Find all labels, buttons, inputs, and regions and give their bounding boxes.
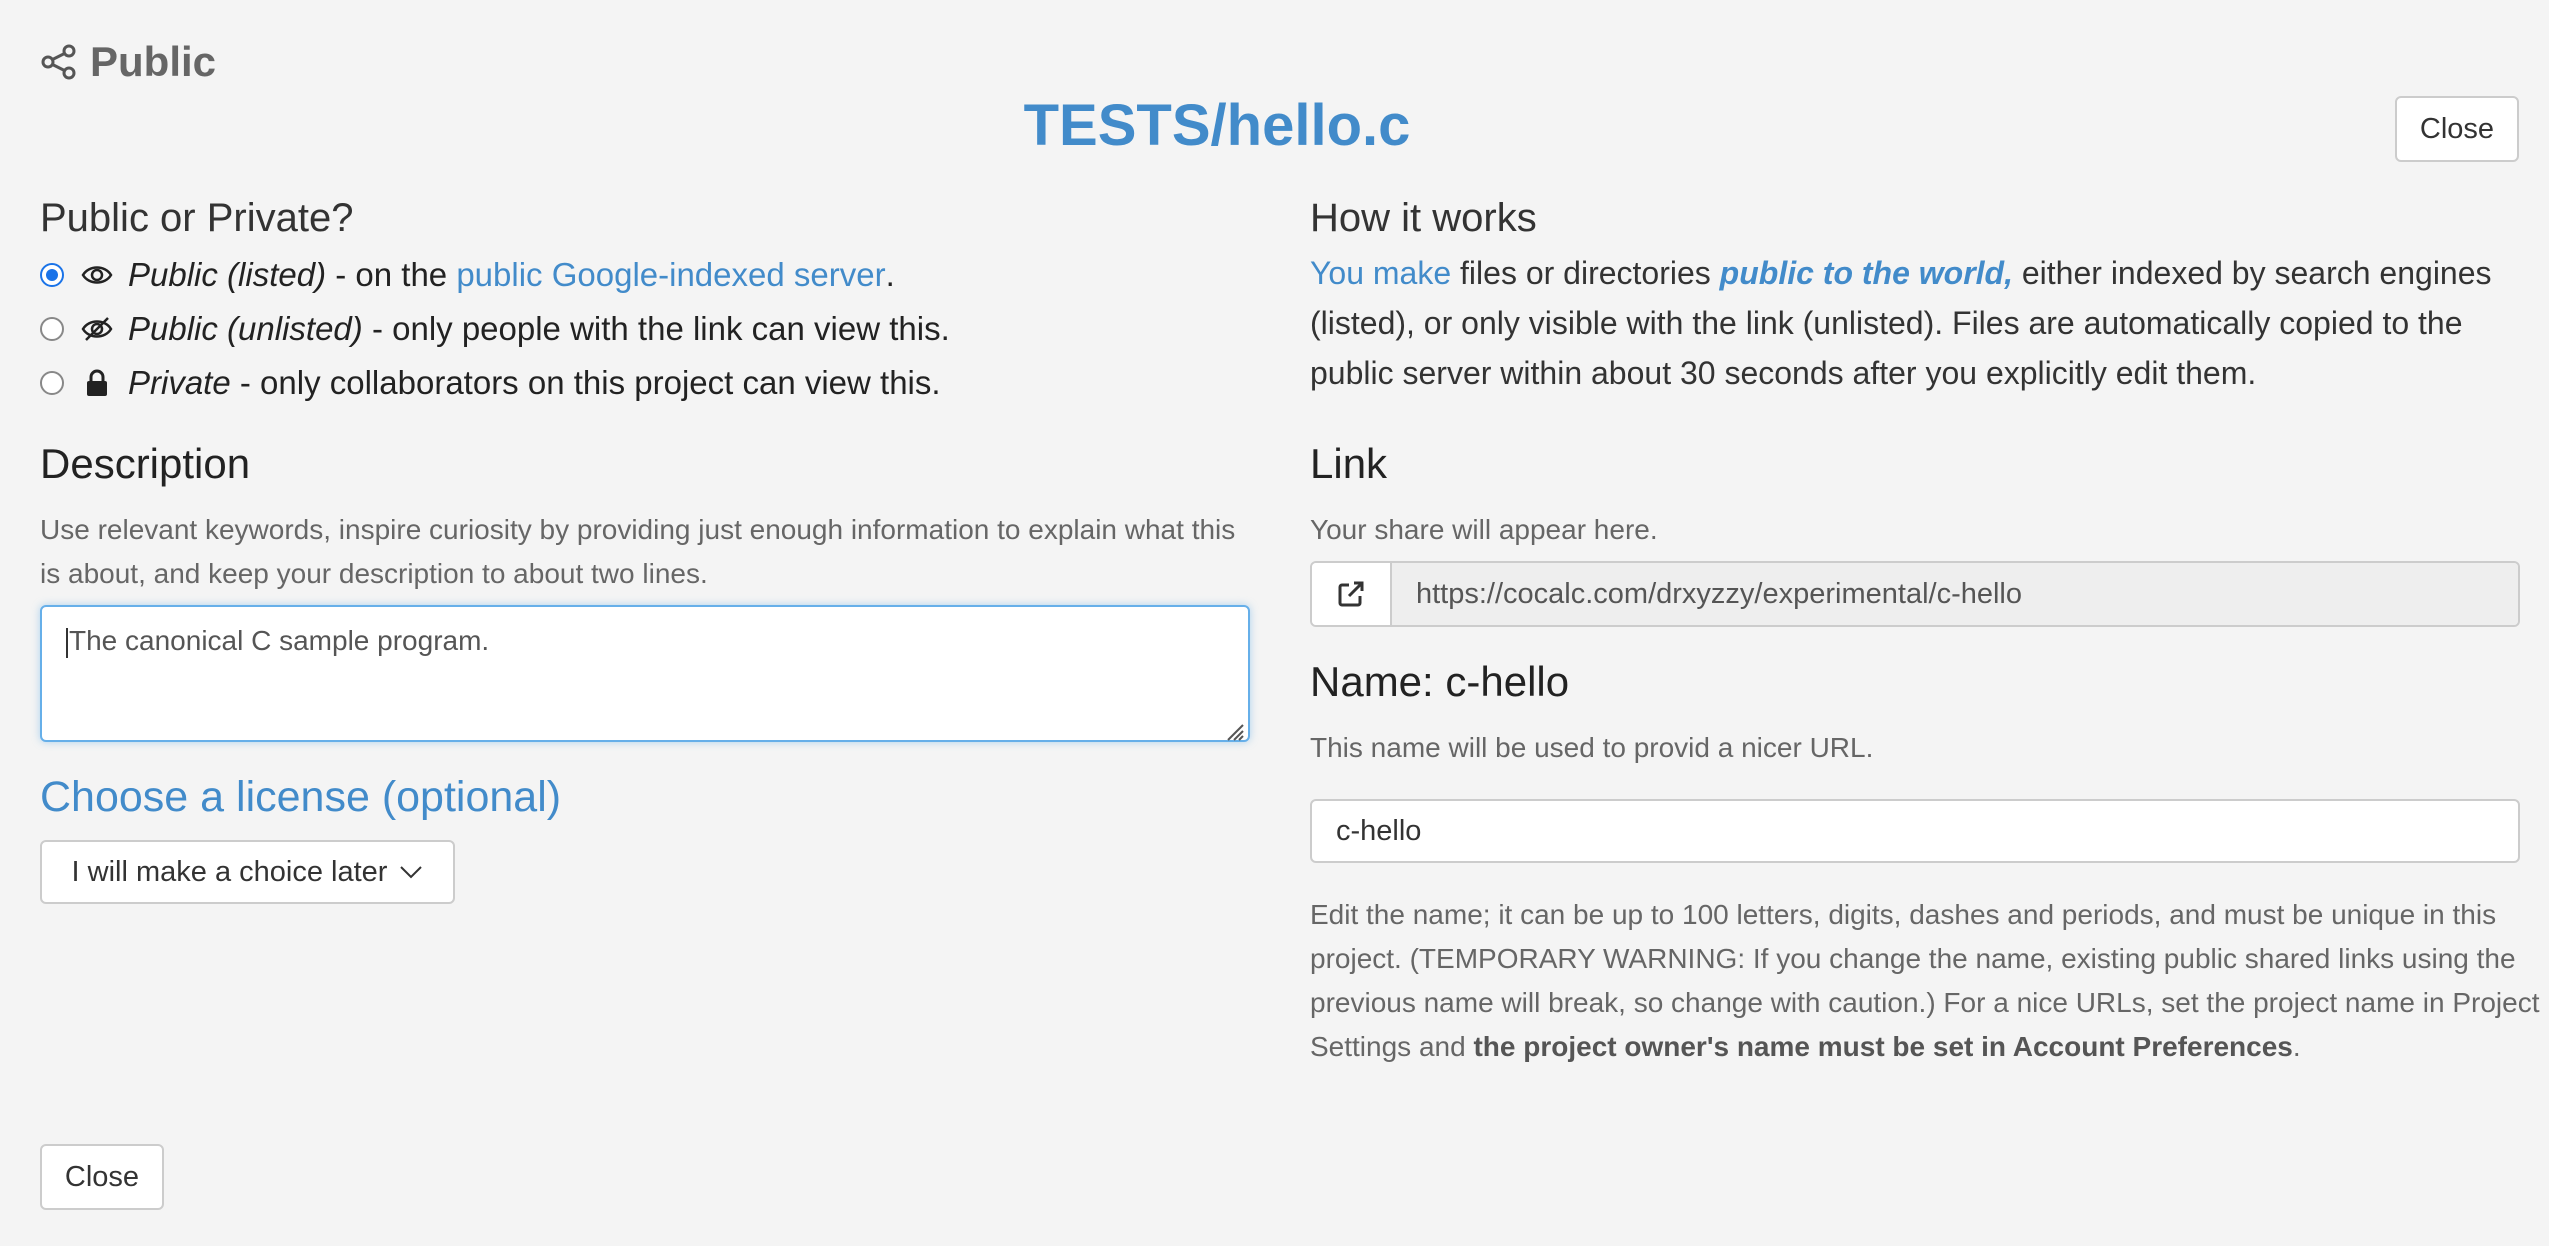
name-heading: Name: c-hello — [1310, 658, 1570, 705]
description-help: Use relevant keywords, inspire curiosity… — [40, 514, 1236, 589]
lock-icon — [80, 369, 114, 397]
public-server-link[interactable]: public Google-indexed server — [456, 256, 885, 294]
option-label-public-unlisted: Public (unlisted) — [128, 310, 363, 347]
share-icon — [40, 43, 78, 81]
name-note-bold: the project owner's name must be set in … — [1473, 1031, 2293, 1062]
external-link-icon — [1336, 579, 1366, 609]
option-desc-unlisted: - only people with the link can view thi… — [362, 310, 950, 347]
option-public-listed[interactable]: Public (listed) - on the public Google-i… — [40, 256, 895, 294]
radio-public-unlisted[interactable] — [40, 317, 64, 341]
eye-icon — [80, 261, 114, 289]
license-heading[interactable]: Choose a license (optional) — [40, 773, 561, 822]
option-label-public-listed: Public (listed) — [128, 256, 327, 293]
dialog-title: Public — [90, 38, 217, 85]
name-input[interactable]: c-hello — [1310, 799, 2520, 863]
chevron-down-icon — [399, 864, 423, 880]
share-url-field[interactable]: https://cocalc.com/drxyzzy/experimental/… — [1392, 563, 2518, 625]
share-link-group: https://cocalc.com/drxyzzy/experimental/… — [1310, 561, 2520, 627]
description-value: The canonical C sample program. — [69, 625, 490, 656]
option-desc-suffix: . — [885, 256, 895, 293]
you-make-link[interactable]: You make — [1310, 255, 1451, 291]
public-to-world-emphasis: public to the world, — [1719, 255, 2013, 291]
license-selected: I will make a choice later — [71, 855, 388, 888]
option-private[interactable]: Private - only collaborators on this pro… — [40, 364, 941, 402]
dialog-header: Public — [40, 38, 216, 86]
link-help: Your share will appear here. — [1310, 514, 1658, 545]
resize-handle-icon[interactable] — [1224, 716, 1244, 741]
name-note-end: . — [2292, 1031, 2301, 1062]
description-heading: Description — [40, 440, 251, 487]
option-public-unlisted[interactable]: Public (unlisted) - only people with the… — [40, 310, 950, 348]
name-note: Edit the name; it can be up to 100 lette… — [1310, 893, 2540, 1069]
close-button-top[interactable]: Close — [2395, 96, 2519, 162]
name-help: This name will be used to provid a nicer… — [1310, 732, 1874, 763]
close-button-bottom[interactable]: Close — [40, 1144, 164, 1210]
how-it-works-text: You make files or directories public to … — [1310, 248, 2540, 398]
link-heading: Link — [1310, 440, 1388, 487]
radio-public-listed[interactable] — [40, 263, 64, 287]
license-dropdown[interactable]: I will make a choice later — [40, 840, 455, 904]
option-label-private: Private — [128, 364, 231, 401]
radio-private[interactable] — [40, 371, 64, 395]
file-path-title: TESTS/hello.c — [0, 92, 2434, 159]
eye-slash-icon — [80, 315, 114, 343]
visibility-heading: Public or Private? — [40, 196, 354, 240]
option-desc-prefix: - on the — [326, 256, 457, 293]
text-caret — [66, 627, 68, 658]
open-external-button[interactable] — [1312, 563, 1392, 625]
file-path-link[interactable]: TESTS/hello.c — [1024, 93, 1411, 158]
how-it-works-heading: How it works — [1310, 196, 1537, 240]
option-desc-private: - only collaborators on this project can… — [230, 364, 941, 401]
how-text-1: files or directories — [1451, 255, 1720, 291]
description-textarea[interactable]: The canonical C sample program. — [40, 605, 1250, 742]
